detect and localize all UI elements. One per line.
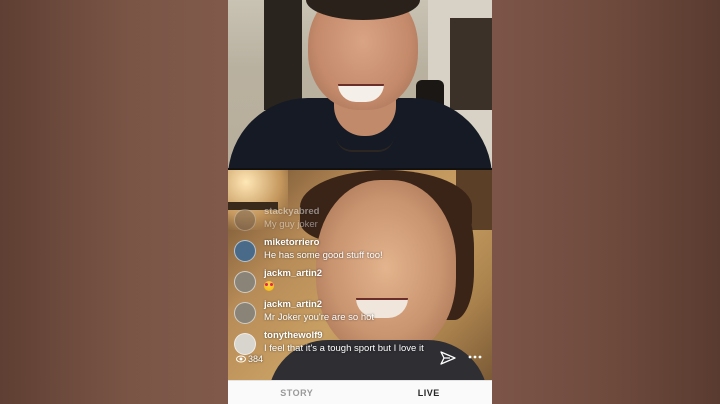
comment-message: My guy joker: [264, 219, 318, 230]
comment-item: stackyabred My guy joker: [234, 206, 484, 237]
comment-message: Mr Joker you're are so hot: [264, 312, 375, 323]
comment-username[interactable]: stackyabred: [264, 206, 484, 218]
comment-username[interactable]: miketorriero: [264, 237, 484, 249]
camera-mode-bar: STORY LIVE: [228, 380, 492, 404]
avatar[interactable]: [234, 302, 256, 324]
live-comments-list: stackyabred My guy joker miketorriero He…: [234, 206, 484, 361]
comment-message: [264, 280, 484, 293]
send-icon[interactable]: [440, 350, 456, 366]
viewer-count[interactable]: 384: [236, 354, 263, 364]
heart-eyes-emoji-icon: [264, 281, 274, 292]
avatar[interactable]: [234, 271, 256, 293]
more-options-icon[interactable]: [468, 354, 482, 360]
comment-username[interactable]: jackm_artin2: [264, 268, 484, 280]
tab-story[interactable]: STORY: [280, 388, 313, 398]
host-camera-feed: [228, 0, 492, 168]
viewer-count-value: 384: [248, 354, 264, 364]
live-video-frame: stackyabred My guy joker miketorriero He…: [228, 0, 492, 404]
avatar[interactable]: [234, 240, 256, 262]
comment-item: miketorriero He has some good stuff too!: [234, 237, 484, 268]
comment-message: He has some good stuff too!: [264, 250, 383, 261]
comment-item: jackm_artin2: [234, 268, 484, 299]
comment-item: jackm_artin2 Mr Joker you're are so hot: [234, 299, 484, 330]
eye-icon: [236, 355, 246, 363]
avatar[interactable]: [234, 333, 256, 355]
comment-username[interactable]: tonythewolf9: [264, 330, 484, 342]
tab-live[interactable]: LIVE: [418, 388, 440, 398]
avatar[interactable]: [234, 209, 256, 231]
comment-username[interactable]: jackm_artin2: [264, 299, 484, 311]
